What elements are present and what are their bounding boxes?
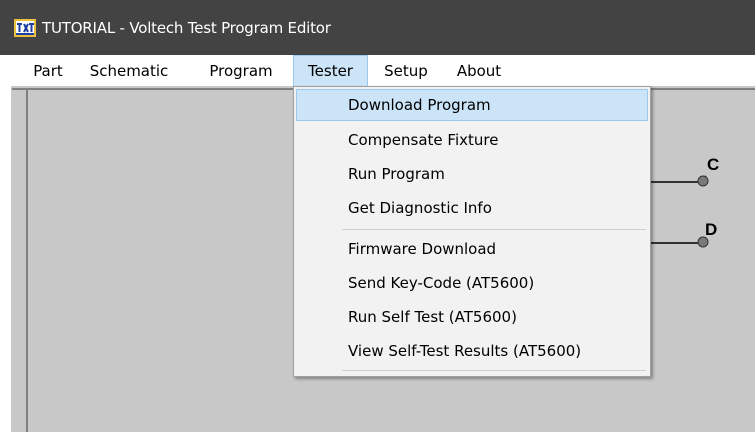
menu-item-run-program[interactable]: Run Program: [296, 158, 648, 190]
menu-item-send-key-code[interactable]: Send Key-Code (AT5600): [296, 267, 648, 299]
menu-item-label: View Self-Test Results (AT5600): [348, 342, 582, 360]
menu-item-run-self-test[interactable]: Run Self Test (AT5600): [296, 301, 648, 333]
menu-item-get-diagnostic-info[interactable]: Get Diagnostic Info: [296, 192, 648, 224]
menu-separator: [342, 370, 646, 371]
menu-item-label: Run Self Test (AT5600): [348, 308, 517, 326]
menu-item-label: Get Diagnostic Info: [348, 199, 492, 217]
terminal-c-node[interactable]: [697, 175, 709, 187]
menu-item-download-program[interactable]: Download Program: [296, 89, 648, 121]
menu-item-compensate-fixture[interactable]: Compensate Fixture: [296, 124, 648, 156]
menu-item-label: Send Key-Code (AT5600): [348, 274, 535, 292]
menu-item-label: Firmware Download: [348, 240, 497, 258]
terminal-d-label: D: [705, 220, 717, 239]
menu-item-label: Compensate Fixture: [348, 131, 499, 149]
menu-item-label: Run Program: [348, 165, 445, 183]
terminal-c-label: C: [707, 155, 719, 174]
app-window: TUTORIAL - Voltech Test Program Editor P…: [0, 0, 755, 432]
menu-item-view-self-test-results[interactable]: View Self-Test Results (AT5600): [296, 335, 648, 367]
menu-item-firmware-download[interactable]: Firmware Download: [296, 233, 648, 265]
menu-separator: [342, 229, 646, 230]
menu-item-label: Download Program: [348, 96, 491, 114]
tester-dropdown-menu: Download Program Compensate Fixture Run …: [293, 86, 651, 377]
